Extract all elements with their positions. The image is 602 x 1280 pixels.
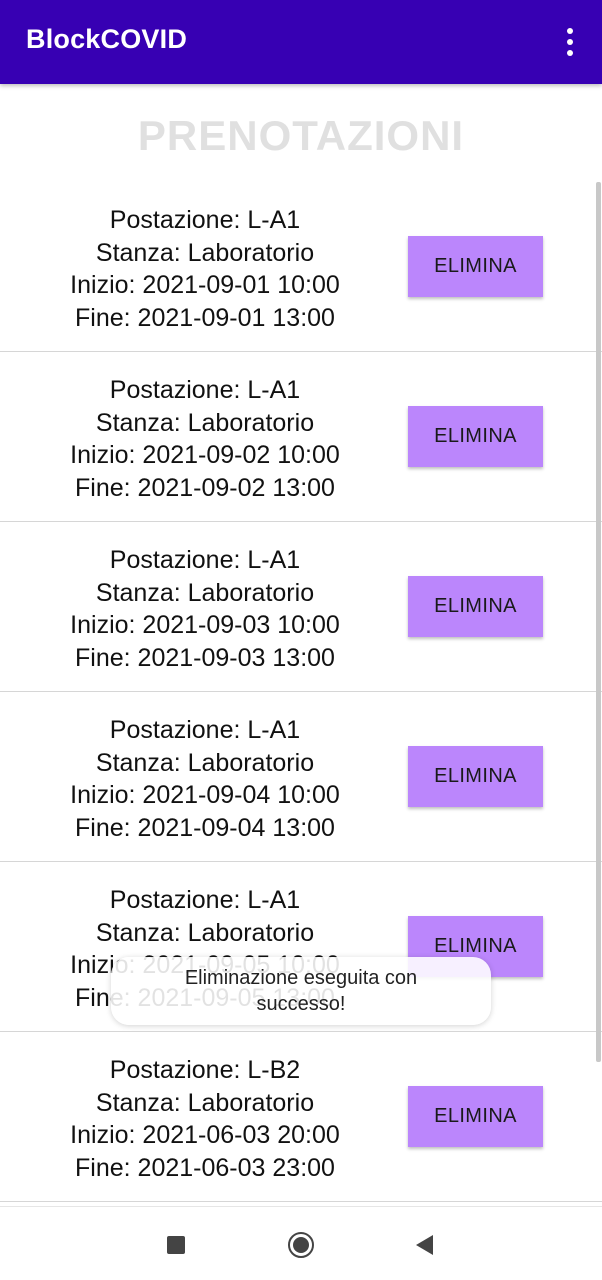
booking-end: Fine: 2021-09-03 13:00	[75, 643, 335, 672]
booking-end: Fine: 2021-06-03 23:00	[75, 1153, 335, 1182]
booking-room: Stanza: Laboratorio	[95, 408, 315, 437]
booking-room: Stanza: Laboratorio	[95, 578, 315, 607]
booking-end: Fine: 2021-09-04 13:00	[75, 813, 335, 842]
app-bar: BlockCOVID	[0, 0, 602, 84]
delete-booking-button[interactable]: ELIMINA	[408, 406, 543, 467]
booking-room: Stanza: Laboratorio	[95, 238, 315, 267]
booking-workstation: Postazione: L-A1	[109, 206, 301, 234]
booking-start: Inizio: 2021-09-03 10:00	[70, 611, 340, 639]
booking-workstation: Postazione: L-B2	[109, 1056, 301, 1084]
booking-end: Fine: 2021-09-01 13:00	[75, 303, 335, 332]
booking-start: Inizio: 2021-09-02 10:00	[70, 441, 340, 469]
booking-workstation: Postazione: L-A1	[109, 716, 301, 744]
booking-workstation: Postazione: L-A1	[109, 886, 301, 914]
delete-booking-button[interactable]: ELIMINA	[408, 236, 543, 297]
home-circle-icon[interactable]	[285, 1229, 317, 1261]
more-vert-icon[interactable]	[558, 24, 582, 60]
booking-details: Postazione: L-B2 Stanza: Laboratorio Ini…	[0, 1054, 410, 1184]
back-triangle-icon[interactable]	[408, 1229, 440, 1261]
page-title: PRENOTAZIONI	[137, 112, 465, 159]
booking-details: Postazione: L-A1 Stanza: Laboratorio Ini…	[0, 204, 410, 334]
booking-details: Postazione: L-A1 Stanza: Laboratorio Ini…	[0, 714, 410, 844]
booking-start: Inizio: 2021-09-04 10:00	[70, 781, 340, 809]
recents-square-icon[interactable]	[160, 1229, 192, 1261]
app-title: BlockCOVID	[26, 24, 188, 54]
booking-row: Postazione: L-A1 Stanza: Laboratorio Ini…	[0, 692, 602, 862]
booking-details: Postazione: L-A1 Stanza: Laboratorio Ini…	[0, 374, 410, 504]
booking-room: Stanza: Laboratorio	[95, 1088, 315, 1117]
booking-room: Stanza: Laboratorio	[95, 918, 315, 947]
booking-details: Postazione: L-A1 Stanza: Laboratorio Ini…	[0, 544, 410, 674]
delete-booking-button[interactable]: ELIMINA	[408, 746, 543, 807]
booking-workstation: Postazione: L-A1	[109, 376, 301, 404]
booking-workstation: Postazione: L-A1	[109, 546, 301, 574]
booking-row: Postazione: L-B2 Stanza: Laboratorio Ini…	[0, 1032, 602, 1202]
booking-row: Postazione: L-A1 Stanza: Laboratorio Ini…	[0, 182, 602, 352]
bookings-list[interactable]: Postazione: L-A1 Stanza: Laboratorio Ini…	[0, 182, 602, 1202]
toast-message: Eliminazione eseguita con successo!	[111, 957, 491, 1025]
booking-start: Inizio: 2021-06-03 20:00	[70, 1121, 340, 1149]
booking-end: Fine: 2021-09-02 13:00	[75, 473, 335, 502]
menu-dot	[567, 39, 573, 45]
booking-row: Postazione: L-A1 Stanza: Laboratorio Ini…	[0, 522, 602, 692]
screen: BlockCOVID PRENOTAZIONI Postazione: L-A1…	[0, 0, 602, 1280]
circle-ring	[288, 1232, 314, 1258]
square-shape	[167, 1236, 185, 1254]
menu-dot	[567, 28, 573, 34]
booking-start: Inizio: 2021-09-01 10:00	[70, 271, 340, 299]
triangle-shape	[415, 1235, 433, 1255]
delete-booking-button[interactable]: ELIMINA	[408, 1086, 543, 1147]
booking-room: Stanza: Laboratorio	[95, 748, 315, 777]
booking-row: Postazione: L-A1 Stanza: Laboratorio Ini…	[0, 352, 602, 522]
system-nav-bar	[0, 1206, 602, 1280]
menu-dot	[567, 50, 573, 56]
scrollbar[interactable]	[596, 182, 601, 1062]
circle-dot	[293, 1237, 309, 1253]
delete-booking-button[interactable]: ELIMINA	[408, 576, 543, 637]
